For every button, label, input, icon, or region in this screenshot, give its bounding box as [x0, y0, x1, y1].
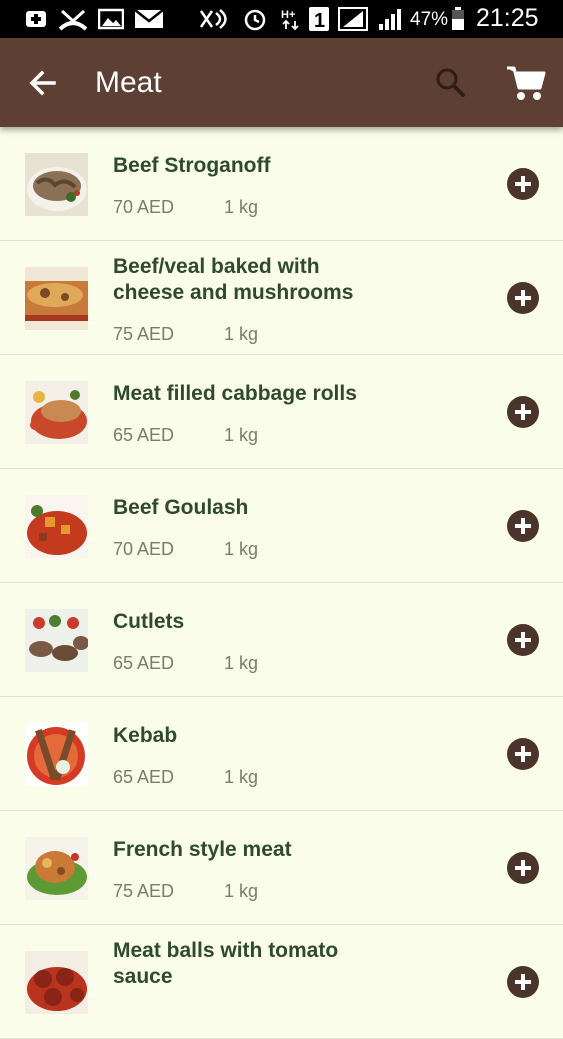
sim-one-icon: 1	[309, 7, 329, 31]
product-item[interactable]: French style meat 75 AED 1 kg	[0, 811, 563, 925]
product-price: 70 AED	[113, 197, 175, 217]
product-price: 65 AED	[113, 653, 175, 673]
product-quantity: 1 kg	[224, 539, 259, 559]
product-image	[25, 723, 88, 786]
back-arrow-icon[interactable]	[20, 60, 66, 106]
cart-icon[interactable]	[503, 60, 549, 106]
svg-text:H+: H+	[281, 9, 295, 21]
product-name: Cutlets	[113, 610, 185, 633]
missed-call-icon	[58, 9, 88, 31]
product-item[interactable]: Cutlets 65 AED 1 kg	[0, 583, 563, 697]
product-item[interactable]: Meat filled cabbage rolls 65 AED 1 kg	[0, 355, 563, 469]
product-price: 65 AED	[113, 425, 175, 445]
product-name: Meat filled cabbage rolls	[113, 382, 357, 405]
add-notification-icon	[26, 11, 46, 27]
add-to-cart-icon[interactable]	[506, 281, 540, 315]
product-quantity: 1 kg	[224, 425, 259, 445]
app-bar: Meat	[0, 38, 563, 127]
mail-icon	[134, 9, 164, 28]
add-to-cart-icon[interactable]	[506, 395, 540, 429]
product-image	[25, 837, 88, 900]
product-quantity: 1 kg	[224, 324, 259, 344]
page-title: Meat	[95, 66, 162, 99]
product-quantity: 1 kg	[224, 653, 259, 673]
product-item[interactable]: Beef/veal baked with cheese and mushroom…	[0, 241, 563, 355]
hplus-data-icon: H+	[281, 9, 299, 31]
nfc-icon	[199, 9, 227, 29]
product-item[interactable]: Beef Stroganoff 70 AED 1 kg	[0, 127, 563, 241]
add-to-cart-icon[interactable]	[506, 623, 540, 657]
add-to-cart-icon[interactable]	[506, 965, 540, 999]
product-name: Kebab	[113, 724, 178, 747]
product-image	[25, 153, 88, 216]
product-name: Beef Stroganoff	[113, 154, 271, 177]
product-price: 65 AED	[113, 767, 175, 787]
battery-percent: 47%	[410, 9, 449, 30]
product-item[interactable]: Kebab 65 AED 1 kg	[0, 697, 563, 811]
product-image	[25, 609, 88, 672]
image-icon	[98, 8, 124, 30]
product-name: Beef/veal baked with cheese and mushroom…	[113, 255, 354, 304]
product-quantity: 1 kg	[224, 197, 259, 217]
product-item[interactable]: Beef Goulash 70 AED 1 kg	[0, 469, 563, 583]
status-bar: H+ 1 47% 21:25	[0, 0, 563, 38]
product-price: 70 AED	[113, 539, 175, 559]
product-list: Beef Stroganoff 70 AED 1 kg Beef/veal ba…	[0, 127, 563, 1039]
product-image	[25, 495, 88, 558]
svg-text:1: 1	[314, 10, 325, 31]
signal-sim1-icon	[338, 7, 368, 31]
battery-icon	[452, 7, 464, 30]
add-to-cart-icon[interactable]	[506, 509, 540, 543]
product-image	[25, 381, 88, 444]
product-name: Meat balls with tomato sauce	[113, 939, 339, 988]
product-price: 75 AED	[113, 881, 175, 901]
product-price: 75 AED	[113, 324, 175, 344]
signal-sim2-icon	[379, 9, 401, 30]
add-to-cart-icon[interactable]	[506, 167, 540, 201]
product-quantity: 1 kg	[224, 881, 259, 901]
product-name: French style meat	[113, 838, 292, 861]
search-icon[interactable]	[430, 62, 470, 102]
add-to-cart-icon[interactable]	[506, 851, 540, 885]
alarm-icon	[244, 9, 266, 31]
product-image	[25, 267, 88, 330]
product-image	[25, 951, 88, 1014]
clock: 21:25	[476, 4, 539, 32]
product-name: Beef Goulash	[113, 496, 249, 519]
product-item[interactable]: Meat balls with tomato sauce	[0, 925, 563, 1039]
add-to-cart-icon[interactable]	[506, 737, 540, 771]
product-quantity: 1 kg	[224, 767, 259, 787]
